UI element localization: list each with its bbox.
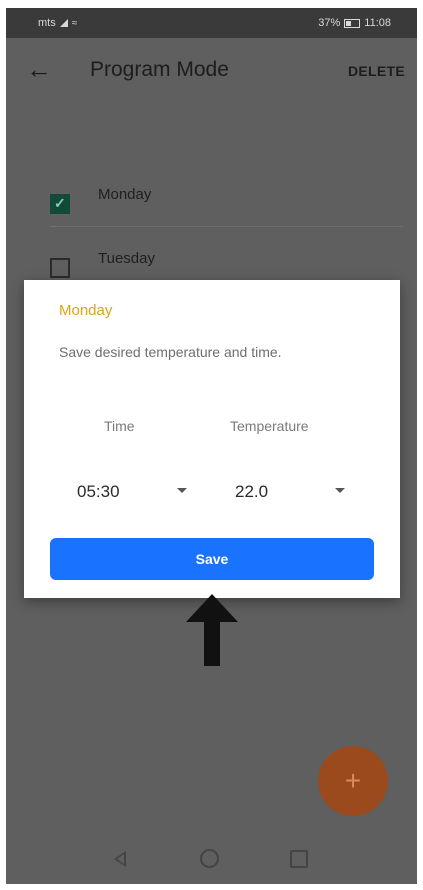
page-title: Program Mode: [90, 58, 229, 81]
program-dialog: Monday Save desired temperature and time…: [24, 280, 400, 598]
nav-back-icon[interactable]: [114, 851, 126, 867]
status-bar: mts ≈ 37% 11:08: [6, 8, 417, 38]
status-left: mts ≈: [38, 17, 77, 29]
divider: [50, 226, 403, 227]
battery-icon: [344, 18, 361, 28]
save-button[interactable]: Save: [50, 538, 374, 580]
clock: 11:08: [364, 17, 391, 29]
battery-percent: 37%: [318, 17, 341, 29]
temperature-value: 22.0: [235, 482, 269, 501]
day-row-monday[interactable]: Monday: [6, 184, 417, 224]
carrier-label: mts: [38, 17, 56, 29]
day-label: Tuesday: [98, 250, 155, 267]
signal-icon: [59, 19, 68, 27]
nav-bar: [6, 834, 417, 884]
dialog-message: Save desired temperature and time.: [59, 344, 282, 360]
temperature-label: Temperature: [230, 418, 309, 434]
nav-recents-icon[interactable]: [290, 850, 308, 868]
arrow-up-icon: [186, 594, 238, 666]
chevron-down-icon: [335, 488, 345, 493]
add-fab-button[interactable]: +: [318, 746, 388, 816]
back-arrow-icon[interactable]: ←: [26, 54, 52, 85]
time-select[interactable]: 05:30: [77, 476, 197, 506]
chevron-down-icon: [177, 488, 187, 493]
app-bar: ← Program Mode DELETE: [6, 38, 417, 100]
nav-home-icon[interactable]: [200, 849, 219, 868]
wifi-icon: ≈: [71, 17, 78, 29]
delete-button[interactable]: DELETE: [348, 63, 405, 79]
phone-screen: mts ≈ 37% 11:08 ← Program Mode DELETE Mo…: [6, 8, 417, 884]
time-label: Time: [104, 418, 135, 434]
dialog-title: Monday: [59, 302, 113, 319]
tuesday-checkbox[interactable]: [50, 258, 70, 278]
status-right: 37% 11:08: [318, 17, 391, 29]
temperature-select[interactable]: 22.0: [235, 476, 355, 506]
monday-checkbox[interactable]: [50, 194, 70, 214]
day-label: Monday: [98, 186, 152, 203]
time-value: 05:30: [77, 482, 120, 501]
